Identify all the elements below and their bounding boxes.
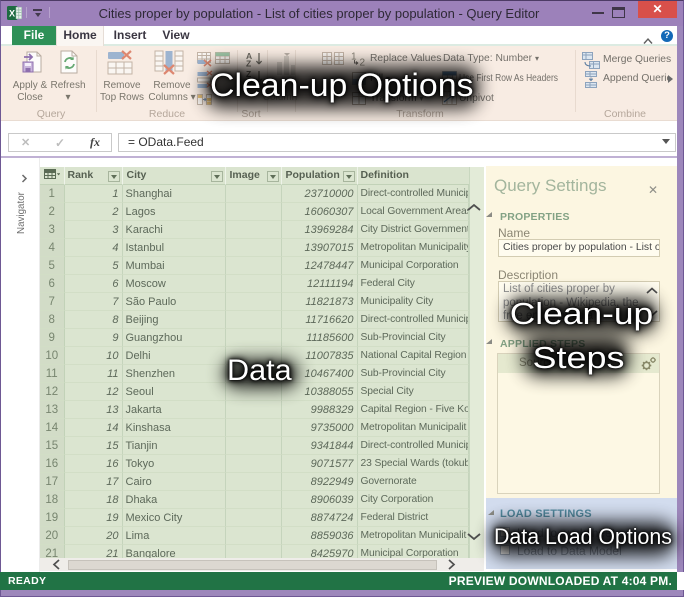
- svg-text:1: 1: [351, 52, 357, 63]
- svg-text:2: 2: [360, 58, 366, 67]
- svg-text:X: X: [9, 9, 15, 19]
